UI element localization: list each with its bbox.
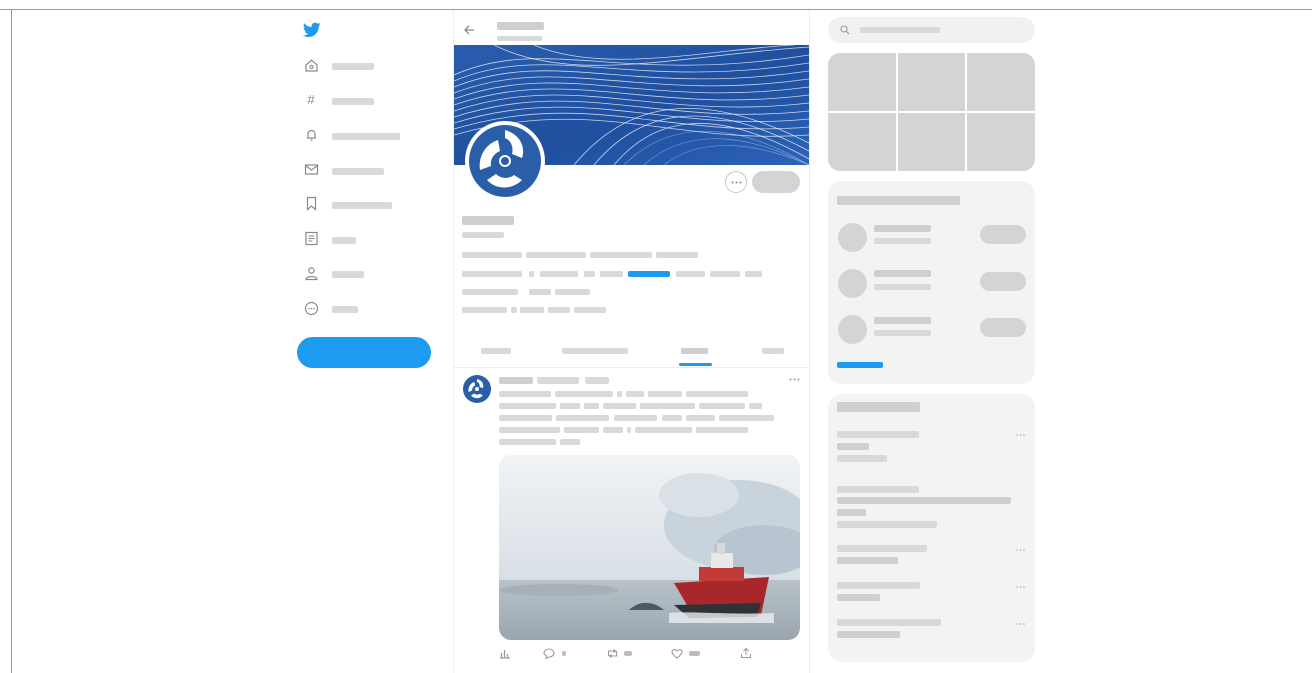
back-arrow-icon[interactable]	[463, 24, 475, 36]
reply-icon[interactable]	[543, 648, 555, 659]
media-thumb[interactable]	[967, 113, 1035, 171]
more-icon[interactable]	[1016, 434, 1025, 436]
sidebar-item-label	[332, 271, 364, 278]
profile-handle	[462, 232, 504, 238]
avatar	[838, 269, 867, 298]
retweet-count	[624, 651, 632, 656]
panel-title	[837, 402, 920, 412]
sidebar-item-label	[332, 133, 400, 140]
more-icon[interactable]	[1016, 623, 1025, 625]
analytics-icon[interactable]	[499, 648, 511, 659]
profile-display-name	[462, 216, 514, 225]
media-grid	[828, 53, 1035, 171]
tweet-avatar[interactable]	[463, 375, 491, 403]
hashtag-icon: #	[307, 92, 315, 107]
tab-active-indicator	[679, 363, 712, 366]
tweet-button[interactable]	[297, 337, 431, 368]
bookmark-icon	[306, 196, 317, 211]
envelope-icon	[304, 164, 319, 175]
avatar	[838, 315, 867, 344]
show-more-link[interactable]	[837, 362, 883, 368]
media-thumb[interactable]	[828, 113, 896, 171]
bell-icon	[307, 129, 316, 141]
search-icon	[840, 25, 850, 35]
profile-icon	[305, 267, 318, 281]
media-thumb[interactable]	[967, 53, 1035, 111]
like-count	[689, 651, 700, 656]
search-box[interactable]	[828, 17, 1035, 43]
media-thumb[interactable]	[898, 113, 965, 171]
more-icon[interactable]	[1016, 586, 1025, 588]
follow-button[interactable]	[752, 171, 800, 193]
sidebar-item-label	[332, 202, 392, 209]
avatar	[838, 223, 867, 252]
trends-panel	[828, 394, 1035, 662]
list-icon	[305, 231, 318, 246]
profile-link[interactable]	[628, 271, 670, 277]
sidebar-item-label	[332, 168, 384, 175]
reply-count	[562, 651, 566, 656]
search-placeholder	[860, 27, 940, 33]
window-left-border	[11, 9, 12, 673]
more-icon[interactable]	[789, 378, 800, 381]
panel-title	[837, 196, 960, 205]
more-icon[interactable]	[1016, 549, 1025, 551]
media-thumb[interactable]	[828, 53, 896, 111]
sidebar-item-label	[332, 98, 374, 105]
more-icon	[731, 181, 742, 184]
who-to-follow-panel	[828, 181, 1035, 384]
tabs-divider	[454, 367, 809, 368]
profile-header-name	[497, 22, 544, 30]
profile-more-button[interactable]	[725, 171, 747, 193]
profile-header-tweet-count	[497, 36, 542, 41]
follow-button[interactable]	[980, 272, 1026, 291]
share-icon[interactable]	[740, 647, 752, 659]
follow-button[interactable]	[980, 318, 1026, 337]
twitter-bird-icon[interactable]	[303, 22, 321, 38]
window-top-border	[0, 9, 1312, 10]
profile-avatar[interactable]	[464, 120, 546, 202]
sidebar-item-label	[332, 306, 358, 313]
follow-button[interactable]	[980, 225, 1026, 244]
tweet-media-image[interactable]	[499, 455, 800, 640]
more-circle-icon	[304, 301, 319, 316]
main-right-divider	[809, 10, 810, 673]
like-icon[interactable]	[671, 648, 683, 659]
retweet-icon[interactable]	[606, 648, 619, 659]
sidebar-item-label	[332, 237, 356, 244]
home-icon	[305, 59, 318, 72]
media-thumb[interactable]	[898, 53, 965, 111]
sidebar-item-label	[332, 63, 374, 70]
